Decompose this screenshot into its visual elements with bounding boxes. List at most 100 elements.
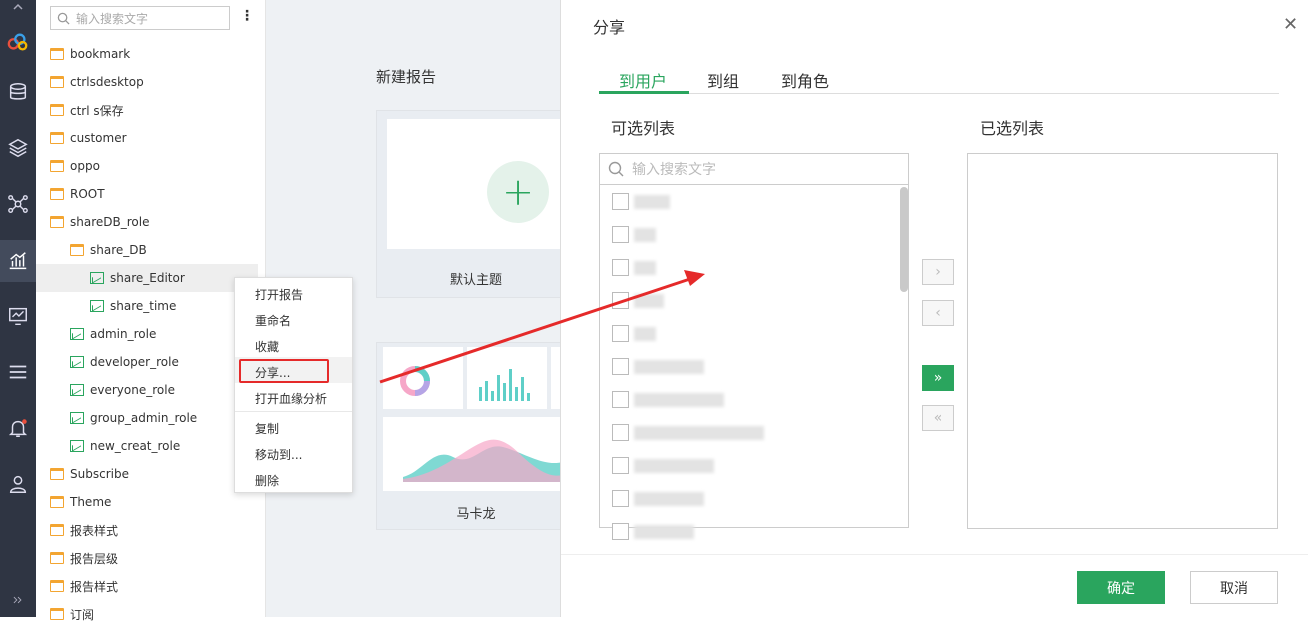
notification-bell-icon[interactable] xyxy=(0,408,36,448)
layers-icon[interactable] xyxy=(0,128,36,168)
tree-node[interactable]: Subscribe xyxy=(50,460,129,488)
collapse-up-icon[interactable] xyxy=(0,0,36,14)
move-left-button[interactable]: ‹ xyxy=(922,300,954,326)
search-icon xyxy=(608,161,624,177)
tree-node[interactable]: share_Editor xyxy=(36,264,258,292)
confirm-button[interactable]: 确定 xyxy=(1077,571,1165,604)
tab-to-role[interactable]: 到角色 xyxy=(781,68,829,92)
dashboard-screen-icon[interactable] xyxy=(0,296,36,336)
menu-item-move-to[interactable]: 移动到... xyxy=(255,446,302,463)
user-checkbox[interactable] xyxy=(612,292,629,309)
tree-node[interactable]: developer_role xyxy=(70,348,179,376)
tree-node[interactable]: Theme xyxy=(50,488,111,516)
menu-item-delete[interactable]: 删除 xyxy=(255,472,279,489)
default-theme-card[interactable]: + 默认主题 xyxy=(376,110,576,298)
menu-lines-icon[interactable] xyxy=(0,352,36,392)
user-checkbox[interactable] xyxy=(612,490,629,507)
tree-node[interactable]: shareDB_role xyxy=(50,208,149,236)
tree-node[interactable]: ctrl s保存 xyxy=(50,96,124,124)
tree-node-label: shareDB_role xyxy=(70,215,150,229)
user-checkbox[interactable] xyxy=(612,193,629,210)
tree-node[interactable]: ctrlsdesktop xyxy=(50,68,144,96)
add-plus-icon[interactable]: + xyxy=(487,161,549,223)
blurred-user-name xyxy=(634,294,664,308)
blurred-user-name xyxy=(634,426,764,440)
tree-search-input[interactable]: 输入搜索文字 xyxy=(50,6,230,30)
selected-user-list[interactable] xyxy=(967,153,1278,529)
user-checkbox[interactable] xyxy=(612,226,629,243)
user-profile-icon[interactable] xyxy=(0,464,36,504)
user-search-input[interactable]: 输入搜索文字 xyxy=(599,153,909,185)
move-right-button[interactable]: › xyxy=(922,259,954,285)
tree-node[interactable]: share_DB xyxy=(70,236,147,264)
report-chart-icon[interactable] xyxy=(0,240,36,282)
tree-node[interactable]: oppo xyxy=(50,152,100,180)
network-icon[interactable] xyxy=(0,184,36,224)
available-user-list[interactable] xyxy=(599,185,909,540)
tree-node-label: oppo xyxy=(70,159,100,173)
share-highlight-box xyxy=(239,359,329,383)
tab-to-group[interactable]: 到组 xyxy=(707,68,739,92)
double-chevron-right-icon: » xyxy=(933,370,943,386)
menu-item-copy[interactable]: 复制 xyxy=(255,420,279,437)
blurred-user-name xyxy=(634,459,714,473)
folder-icon xyxy=(50,552,64,564)
tree-node[interactable]: everyone_role xyxy=(70,376,175,404)
move-all-right-button[interactable]: » xyxy=(922,365,954,391)
tree-node[interactable]: ROOT xyxy=(50,180,105,208)
resource-tree-panel: 输入搜索文字 ⋮ bookmark ctrlsdesktop ctrl s保存 cus… xyxy=(36,0,299,622)
user-checkbox[interactable] xyxy=(612,457,629,474)
move-all-left-button[interactable]: « xyxy=(922,405,954,431)
user-checkbox[interactable] xyxy=(612,358,629,375)
tree-node-label: bookmark xyxy=(70,47,131,61)
tree-node[interactable]: 订阅 xyxy=(50,600,94,628)
tree-node[interactable]: group_admin_role xyxy=(70,404,197,432)
menu-item-rename[interactable]: 重命名 xyxy=(255,312,291,329)
menu-item-favorite[interactable]: 收藏 xyxy=(255,338,279,355)
report-icon xyxy=(90,272,104,284)
tree-node-label: group_admin_role xyxy=(90,411,198,425)
tree-node[interactable]: 报告层级 xyxy=(50,544,118,572)
database-icon[interactable] xyxy=(0,72,36,112)
tree-node-label: new_creat_role xyxy=(90,439,181,453)
tree-node-label: 报表样式 xyxy=(70,523,119,538)
user-checkbox[interactable] xyxy=(612,523,629,540)
double-chevron-left-icon: « xyxy=(933,410,943,426)
user-checkbox[interactable] xyxy=(612,325,629,342)
more-options-icon[interactable]: ⋮ xyxy=(240,8,254,24)
tree-node-label: ctrlsdesktop xyxy=(70,75,144,89)
menu-item-open-report[interactable]: 打开报告 xyxy=(255,286,303,303)
tree-node[interactable]: new_creat_role xyxy=(70,432,180,460)
share-tabs: 到用户 到组 到角色 xyxy=(599,64,1279,94)
report-icon xyxy=(70,328,84,340)
selected-list-title: 已选列表 xyxy=(980,119,1045,138)
folder-icon xyxy=(50,76,64,88)
tree-node[interactable]: 报表样式 xyxy=(50,516,118,544)
report-icon xyxy=(70,384,84,396)
list-scrollbar[interactable] xyxy=(900,187,908,292)
chevron-right-icon: › xyxy=(935,264,941,280)
close-icon[interactable]: ✕ xyxy=(1283,14,1298,35)
menu-item-lineage[interactable]: 打开血缘分析 xyxy=(255,390,327,407)
report-icon xyxy=(70,356,84,368)
user-checkbox[interactable] xyxy=(612,424,629,441)
tree-node[interactable]: customer xyxy=(50,124,127,152)
folder-icon xyxy=(50,216,64,228)
tree-node[interactable]: 报告样式 xyxy=(50,572,118,600)
tree-node[interactable]: bookmark xyxy=(50,40,130,68)
tree-node-label: share_DB xyxy=(90,243,147,257)
tree-node-label: everyone_role xyxy=(90,383,175,397)
user-checkbox[interactable] xyxy=(612,391,629,408)
folder-icon xyxy=(70,244,84,256)
folder-icon xyxy=(50,104,64,116)
tree-node-label: Theme xyxy=(70,495,112,509)
user-checkbox[interactable] xyxy=(612,259,629,276)
macaron-theme-card[interactable]: 马卡龙 xyxy=(376,342,576,530)
tab-to-user[interactable]: 到用户 xyxy=(619,68,667,92)
cancel-button[interactable]: 取消 xyxy=(1190,571,1278,604)
expand-double-chevron-icon[interactable] xyxy=(0,580,36,620)
tree-node[interactable]: share_time xyxy=(90,292,176,320)
tree-node[interactable]: admin_role xyxy=(70,320,156,348)
report-icon xyxy=(90,300,104,312)
folder-icon xyxy=(50,188,64,200)
